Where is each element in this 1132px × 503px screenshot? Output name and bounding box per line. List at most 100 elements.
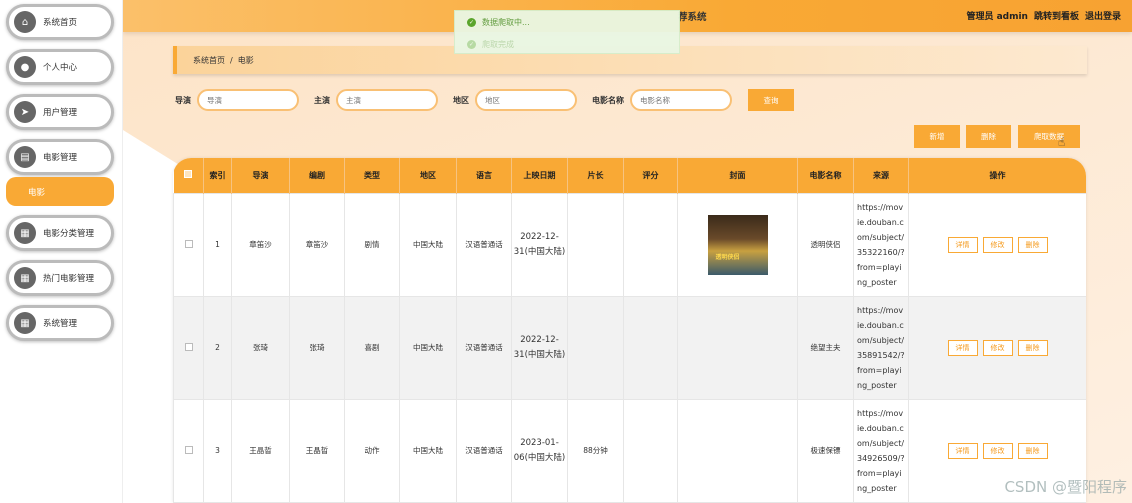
fetch-data-button[interactable]: 爬取数据	[1018, 125, 1080, 148]
cell-index: 3	[203, 398, 232, 503]
sidebar-item-users[interactable]: ➤ 用户管理	[6, 94, 114, 130]
director-input[interactable]	[197, 89, 299, 111]
app-title: 荐系统	[678, 12, 707, 23]
grid-icon: ▦	[14, 267, 36, 289]
cell-name: 透明侠侣	[797, 192, 854, 297]
col-header: 类型	[344, 158, 400, 193]
admin-label: 管理员 admin	[966, 12, 1028, 22]
query-button[interactable]: 查询	[748, 89, 794, 111]
col-header: 封面	[677, 158, 798, 193]
cell-duration	[567, 295, 624, 400]
row-checkbox[interactable]	[184, 239, 193, 248]
sidebar-item-label: 热门电影管理	[43, 274, 95, 284]
sidebar-item-label: 电影管理	[43, 153, 78, 163]
table-header: 索引 导演 编剧 类型 地区 语言 上映日期 片长 评分 封面 电影名称 来源 …	[173, 158, 1086, 193]
row-checkbox[interactable]	[184, 342, 193, 351]
toast-message-2: 爬取完成	[482, 39, 514, 49]
cell-date: 2022-12-31(中国大陆)	[511, 192, 568, 297]
movie-table: 索引 导演 编剧 类型 地区 语言 上映日期 片长 评分 封面 电影名称 来源 …	[173, 158, 1086, 503]
col-header: 来源	[853, 158, 909, 193]
col-header: 语言	[456, 158, 512, 193]
cell-writer: 章笛沙	[289, 192, 345, 297]
movie-poster: 透明侠侣	[707, 214, 768, 275]
sidebar-item-label: 用户管理	[43, 108, 78, 118]
toast-notification: ✓ 数据爬取中... ✓ 爬取完成	[454, 10, 680, 54]
row-checkbox[interactable]	[184, 445, 193, 454]
add-button[interactable]: 新增	[914, 125, 960, 148]
cell-language: 汉语普通话	[456, 295, 512, 400]
row-delete-button[interactable]: 删除	[1017, 442, 1048, 459]
grid-icon: ▦	[14, 312, 36, 334]
cell-director: 章笛沙	[231, 192, 290, 297]
movie-name-label: 电影名称	[592, 95, 624, 105]
col-header: 片长	[567, 158, 624, 193]
dashboard-link[interactable]: 跳转到看板	[1034, 9, 1079, 22]
row-delete-button[interactable]: 删除	[1017, 339, 1048, 356]
sidebar-item-profile[interactable]: ● 个人中心	[6, 49, 114, 85]
cell-cover	[677, 295, 798, 400]
row-delete-button[interactable]: 删除	[1017, 236, 1048, 253]
home-icon: ⌂	[14, 11, 36, 33]
cell-source: https://movie.douban.com/subject/3589154…	[853, 295, 909, 400]
cell-region: 中国大陆	[399, 295, 457, 400]
cell-genre: 喜剧	[344, 295, 400, 400]
director-label: 导演	[175, 95, 191, 105]
table-row: 1 章笛沙 章笛沙 剧情 中国大陆 汉语普通话 2022-12-31(中国大陆)…	[173, 192, 1086, 297]
col-header: 导演	[231, 158, 290, 193]
col-header: 上映日期	[511, 158, 568, 193]
delete-button[interactable]: 删除	[966, 125, 1011, 148]
cell-writer: 王晶晢	[289, 398, 345, 503]
edit-button[interactable]: 修改	[982, 236, 1013, 253]
table-row: 2 张琦 张琦 喜剧 中国大陆 汉语普通话 2022-12-31(中国大陆) 绝…	[173, 295, 1086, 400]
cell-language: 汉语普通话	[456, 398, 512, 503]
cell-rating	[623, 192, 678, 297]
sidebar-item-movies[interactable]: ▤ 电影管理	[6, 139, 114, 175]
cell-duration: 88分钟	[567, 398, 624, 503]
cell-region: 中国大陆	[399, 398, 457, 503]
cell-writer: 张琦	[289, 295, 345, 400]
sidebar-item-hot-movies[interactable]: ▦ 热门电影管理	[6, 260, 114, 296]
table-row: 3 王晶晢 王晶晢 动作 中国大陆 汉语普通话 2023-01-06(中国大陆)…	[173, 398, 1086, 503]
col-header: 地区	[399, 158, 457, 193]
sidebar-subitem-label: 电影	[28, 187, 46, 198]
sidebar-item-system[interactable]: ▦ 系统管理	[6, 305, 114, 341]
grid-icon: ▦	[14, 222, 36, 244]
sidebar-item-home[interactable]: ⌂ 系统首页	[6, 4, 114, 40]
sidebar-subitem-movie[interactable]: 电影	[6, 177, 114, 206]
edit-button[interactable]: 修改	[982, 442, 1013, 459]
cell-director: 王晶晢	[231, 398, 290, 503]
cell-source: https://movie.douban.com/subject/3532216…	[853, 192, 909, 297]
col-header: 评分	[623, 158, 678, 193]
logout-link[interactable]: 退出登录	[1085, 9, 1121, 22]
region-input[interactable]	[475, 89, 577, 111]
sidebar-item-label: 系统首页	[43, 18, 78, 28]
toast-message: 数据爬取中...	[482, 17, 530, 27]
edit-button[interactable]: 修改	[982, 339, 1013, 356]
cell-region: 中国大陆	[399, 192, 457, 297]
cell-date: 2022-12-31(中国大陆)	[511, 295, 568, 400]
hand-cursor-icon: ☝	[1058, 135, 1066, 149]
cell-rating	[623, 295, 678, 400]
cell-date: 2023-01-06(中国大陆)	[511, 398, 568, 503]
search-form: 导演 主演 地区 电影名称	[175, 89, 747, 111]
movie-name-input[interactable]	[630, 89, 732, 111]
breadcrumb-separator: /	[230, 55, 233, 65]
sidebar-item-categories[interactable]: ▦ 电影分类管理	[6, 215, 114, 251]
cell-rating	[623, 398, 678, 503]
breadcrumb-home[interactable]: 系统首页	[193, 55, 225, 66]
col-header: 操作	[908, 158, 1086, 193]
detail-button[interactable]: 详情	[947, 339, 978, 356]
send-icon: ➤	[14, 101, 36, 123]
cell-genre: 剧情	[344, 192, 400, 297]
region-label: 地区	[453, 95, 469, 105]
main-area: 荐系统 管理员 admin 跳转到看板 退出登录 系统首页 / 电影 导演 主演…	[123, 0, 1132, 503]
sidebar: ⌂ 系统首页 ● 个人中心 ➤ 用户管理 ▤ 电影管理 电影 ▦ 电影分类管理 …	[0, 0, 123, 503]
actor-input[interactable]	[336, 89, 438, 111]
detail-button[interactable]: 详情	[947, 236, 978, 253]
cell-cover	[677, 398, 798, 503]
detail-button[interactable]: 详情	[947, 442, 978, 459]
sidebar-item-label: 系统管理	[43, 319, 78, 329]
watermark: CSDN @暨阳程序	[1004, 478, 1127, 496]
cell-genre: 动作	[344, 398, 400, 503]
select-all-checkbox[interactable]	[184, 170, 193, 179]
